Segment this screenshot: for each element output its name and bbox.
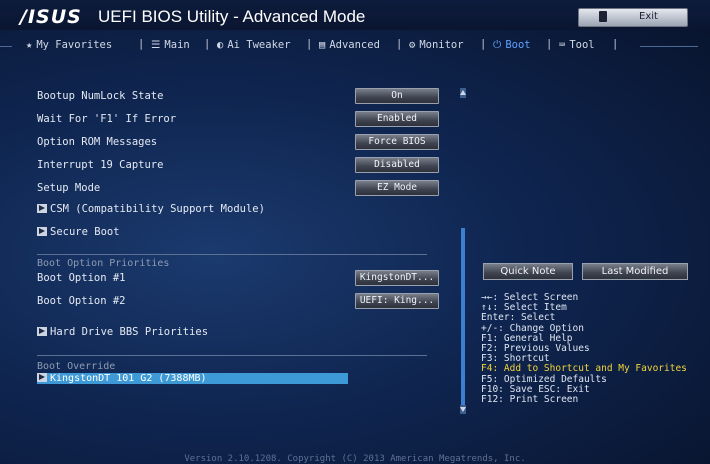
help-panel: →←: Select Screen ↑↓: Select Item Enter:…	[481, 292, 687, 406]
quick-note-button[interactable]: Quick Note	[483, 263, 573, 280]
tab-advanced[interactable]: ▤ Advanced	[319, 39, 380, 51]
asus-logo: /ISUS	[20, 6, 82, 28]
tab-separator: |	[612, 38, 619, 50]
boot-option-1-value[interactable]: KingstonDT...	[355, 270, 439, 286]
tab-label: Main	[164, 39, 190, 51]
title-bar: /ISUS UEFI BIOS Utility - Advanced Mode …	[0, 0, 710, 30]
submenu-label: Secure Boot	[50, 226, 120, 238]
version-footer: Version 2.10.1208. Copyright (C) 2013 Am…	[184, 454, 526, 464]
setting-setup-mode-label: Setup Mode	[37, 182, 101, 194]
setting-numlock-label: Bootup NumLock State	[37, 90, 164, 102]
setting-option-rom-value[interactable]: Force BIOS	[355, 134, 439, 150]
submenu-csm[interactable]: CSM (Compatibility Support Module)	[37, 203, 265, 215]
tab-line-left	[0, 46, 12, 47]
tab-monitor[interactable]: ⚙ Monitor	[409, 39, 464, 51]
tab-label: Boot	[505, 39, 531, 51]
exit-label: Exit	[639, 11, 658, 22]
tab-label: My Favorites	[36, 39, 113, 51]
tab-separator: |	[306, 38, 313, 50]
scroll-down-arrow[interactable]	[460, 405, 466, 414]
section-divider	[37, 355, 427, 356]
tab-boot[interactable]: ⏻ Boot	[493, 39, 531, 52]
section-divider	[37, 254, 427, 255]
exit-door-icon	[599, 11, 607, 22]
tab-label: Advanced	[329, 39, 380, 51]
boot-override-label: KingstonDT 101 G2 (7388MB)	[50, 373, 207, 384]
chevron-up-icon	[460, 90, 466, 95]
tab-separator: |	[480, 38, 487, 50]
tab-label: Ai Tweaker	[227, 39, 291, 51]
exit-button[interactable]: Exit	[578, 8, 688, 27]
setting-wait-f1-label: Wait For 'F1' If Error	[37, 113, 177, 125]
tab-label: Monitor	[419, 39, 464, 51]
boot-option-2-label: Boot Option #2	[37, 295, 126, 307]
scroll-up-arrow[interactable]	[460, 88, 466, 98]
app-title: UEFI BIOS Utility - Advanced Mode	[98, 7, 366, 26]
monitor-icon: ⚙	[409, 39, 416, 51]
submenu-hdd-bbs[interactable]: Hard Drive BBS Priorities	[37, 326, 208, 338]
power-icon: ⏻	[493, 39, 502, 51]
star-icon: ★	[26, 39, 33, 51]
setting-int19-value[interactable]: Disabled	[355, 157, 439, 173]
tab-separator: |	[546, 38, 553, 50]
tab-tool[interactable]: ⌨ Tool	[559, 39, 595, 51]
list-icon: ☰	[151, 39, 161, 51]
submenu-arrow-icon	[37, 204, 47, 213]
submenu-label: CSM (Compatibility Support Module)	[50, 203, 265, 215]
setting-int19-label: Interrupt 19 Capture	[37, 159, 164, 171]
setting-setup-mode-value[interactable]: EZ Mode	[355, 180, 439, 196]
chevron-down-icon	[460, 407, 466, 412]
boot-option-1-label: Boot Option #1	[37, 272, 126, 284]
submenu-arrow-icon	[37, 227, 47, 236]
submenu-label: Hard Drive BBS Priorities	[50, 326, 209, 338]
tab-label: Tool	[569, 39, 595, 51]
setting-wait-f1-value[interactable]: Enabled	[355, 111, 439, 127]
advanced-icon: ▤	[319, 39, 326, 51]
tab-bar: ★ My Favorites | ☰ Main | ◐ Ai Tweaker | ▤ A…	[14, 36, 694, 56]
submenu-arrow-icon	[37, 373, 47, 382]
tab-separator: |	[138, 38, 145, 50]
tweaker-icon: ◐	[217, 39, 224, 51]
setting-option-rom-label: Option ROM Messages	[37, 136, 158, 148]
boot-option-2-value[interactable]: UEFI: King...	[355, 293, 439, 309]
tab-ai-tweaker[interactable]: ◐ Ai Tweaker	[217, 39, 291, 51]
tab-separator: |	[204, 38, 211, 50]
last-modified-button[interactable]: Last Modified	[582, 263, 688, 280]
tab-my-favorites[interactable]: ★ My Favorites	[26, 39, 112, 51]
tab-main[interactable]: ☰ Main	[151, 39, 190, 51]
boot-priorities-title: Boot Option Priorities	[37, 258, 170, 269]
tool-icon: ⌨	[559, 39, 566, 51]
boot-override-item[interactable]: KingstonDT 101 G2 (7388MB)	[37, 373, 348, 384]
submenu-secure-boot[interactable]: Secure Boot	[37, 226, 120, 238]
setting-numlock-value[interactable]: On	[355, 88, 439, 104]
help-line: F12: Print Screen	[481, 394, 579, 406]
boot-override-title: Boot Override	[37, 361, 116, 372]
scroll-thumb[interactable]	[461, 228, 465, 410]
submenu-arrow-icon	[37, 327, 47, 336]
tab-separator: |	[396, 38, 403, 50]
